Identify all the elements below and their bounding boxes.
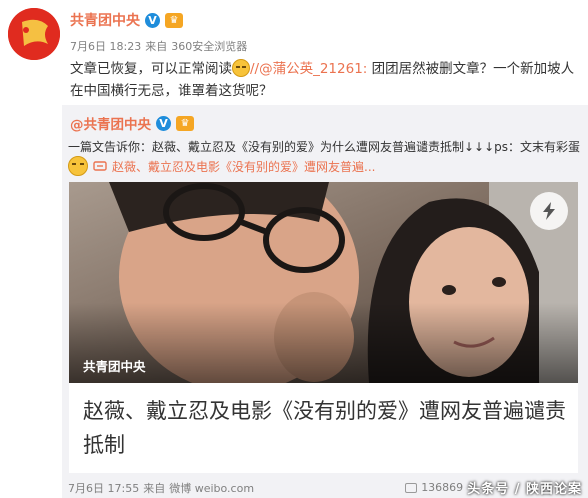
repost-client[interactable]: 微博 weibo.com [169, 480, 254, 496]
author-avatar[interactable] [8, 8, 60, 60]
smile-emoji-icon [232, 59, 250, 77]
lightning-icon[interactable] [530, 192, 568, 230]
article-link[interactable]: 赵薇、戴立忍及电影《没有别的爱》遭网友普遍... [112, 158, 375, 175]
card-source: 共青团中央 [83, 359, 146, 374]
repost-author-row: @共青团中央 V ♛ [70, 113, 194, 133]
mention-link[interactable]: //@蒲公英_21261: [250, 61, 367, 77]
post-from-prefix: 来自 [145, 40, 168, 53]
article-cover-image[interactable]: 共青团中央 [69, 182, 578, 383]
repost-box: @共青团中央 V ♛ 一篇文告诉你：赵薇、戴立忍及《没有别的爱》为什么遭网友普遍… [62, 105, 588, 498]
repost-count-button[interactable]: 136869 [405, 481, 463, 494]
post-date[interactable]: 7月6日 18:23 [70, 38, 141, 54]
link-icon [93, 160, 107, 172]
article-title[interactable]: 赵薇、戴立忍及电影《没有别的爱》遭网友普遍谴责抵制 [83, 394, 569, 462]
cover-photo [69, 182, 578, 383]
verified-v-icon: V [156, 115, 171, 131]
post-author-row: 共青团中央 V ♛ [70, 10, 183, 30]
repost-count: 136869 [421, 481, 464, 494]
repost-author-name[interactable]: @共青团中央 [70, 113, 151, 133]
member-crown-icon[interactable]: ♛ [165, 12, 183, 28]
article-card[interactable]: 共青团中央 赵薇、戴立忍及电影《没有别的爱》遭网友普遍谴责抵制 [69, 182, 578, 473]
verified-v-icon: V [145, 12, 160, 28]
watermark: 头条号 / 陕西论案 [467, 482, 582, 497]
post-client[interactable]: 360安全浏览器 [171, 38, 247, 54]
repost-from-prefix: 来自 [143, 481, 166, 495]
post-meta: 7月6日 18:23 来自 360安全浏览器 [70, 38, 247, 54]
repost-link-row: 赵薇、戴立忍及电影《没有别的爱》遭网友普遍... [68, 156, 375, 176]
post-text-part1: 文章已恢复，可以正常阅读 [70, 61, 232, 77]
smile-emoji-icon [68, 156, 88, 176]
repost-text: 一篇文告诉你：赵薇、戴立忍及《没有别的爱》为什么遭网友普遍谴责抵制↓↓↓ps：文… [68, 140, 581, 154]
repost-icon [405, 482, 418, 493]
member-crown-icon[interactable]: ♛ [176, 115, 194, 131]
flag-avatar-icon [8, 8, 60, 60]
author-name[interactable]: 共青团中央 [70, 10, 140, 30]
repost-date[interactable]: 7月6日 17:55 [68, 480, 139, 496]
repost-footer: 7月6日 17:55 来自 微博 weibo.com 136869 头条号 / … [68, 478, 582, 497]
post-text: 文章已恢复，可以正常阅读//@蒲公英_21261: 团团居然被删文章？一个新加坡… [70, 58, 576, 102]
